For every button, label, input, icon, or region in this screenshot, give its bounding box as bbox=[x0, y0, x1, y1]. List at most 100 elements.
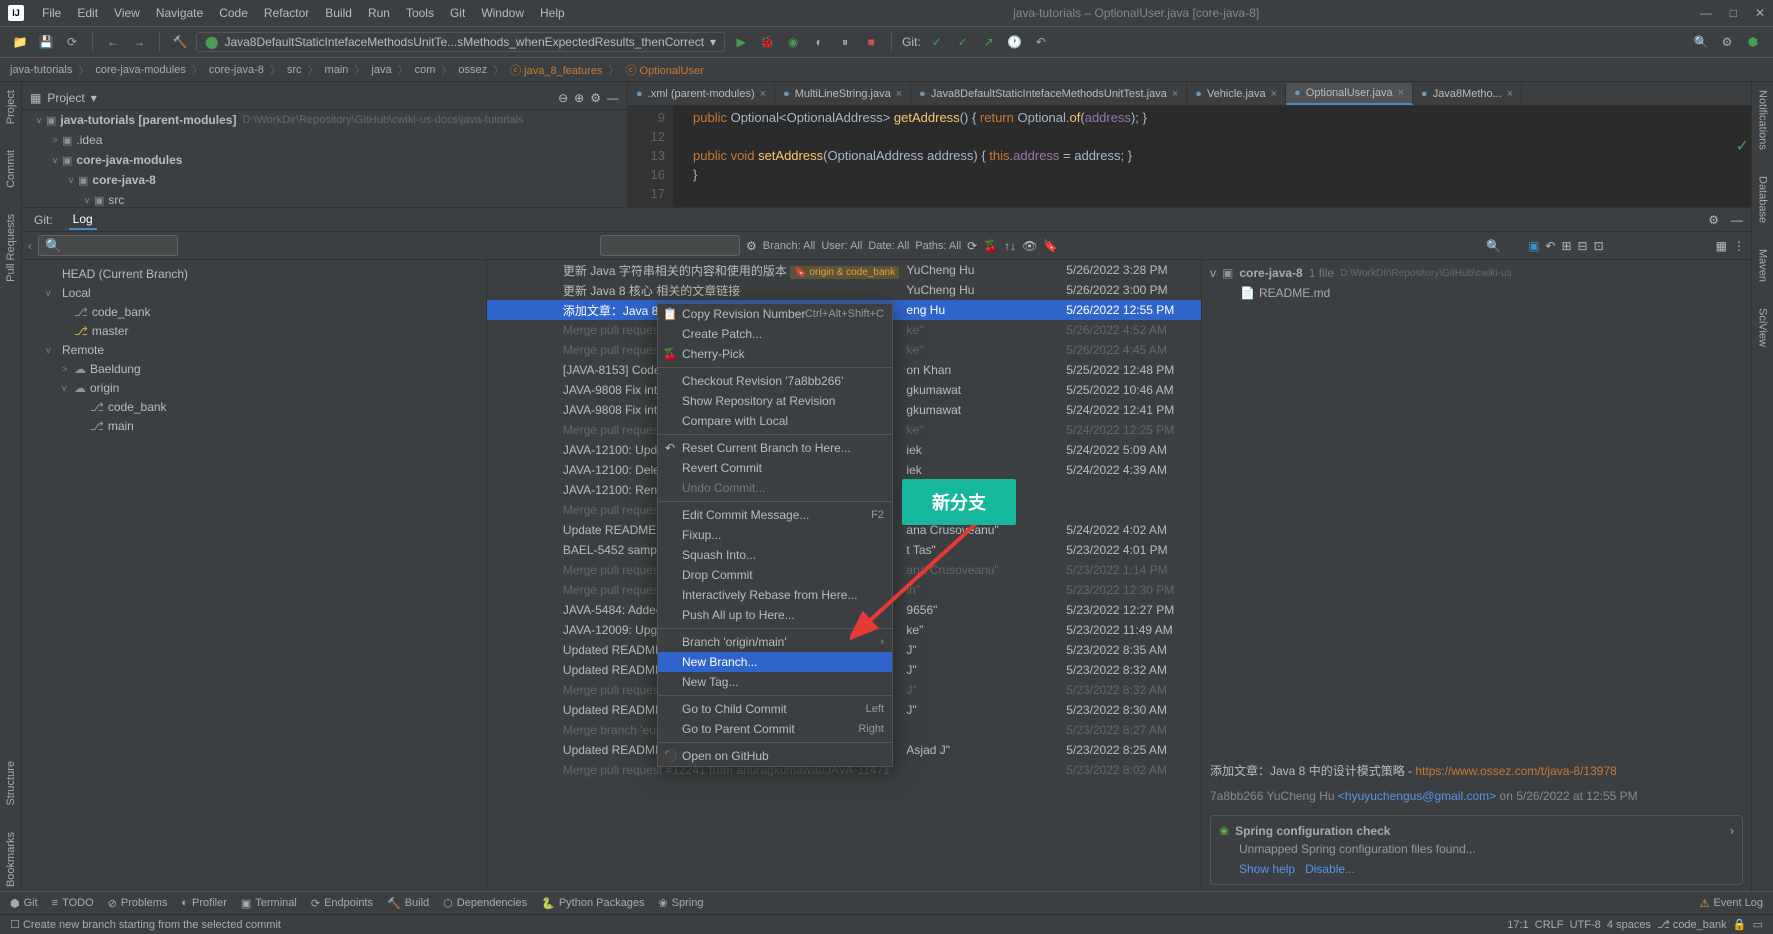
ctx-new-tag-[interactable]: New Tag... bbox=[658, 672, 892, 692]
back-icon[interactable]: ← bbox=[103, 32, 123, 52]
branch-node[interactable]: ⎇master bbox=[22, 321, 486, 340]
maximize-icon[interactable]: □ bbox=[1730, 6, 1737, 20]
tool-tab-notifications[interactable]: Notifications bbox=[1757, 86, 1769, 154]
branch-node[interactable]: >☁Baeldung bbox=[22, 359, 486, 378]
ctx-revert-commit[interactable]: Revert Commit bbox=[658, 458, 892, 478]
editor-tab[interactable]: ●.xml (parent-modules)× bbox=[628, 83, 775, 105]
menu-refactor[interactable]: Refactor bbox=[256, 2, 317, 24]
log-search-input[interactable] bbox=[38, 235, 178, 256]
settings-icon[interactable]: ⚙ bbox=[590, 91, 601, 105]
hide-icon[interactable]: — bbox=[607, 91, 619, 105]
code-editor[interactable]: 912131617 public Optional<OptionalAddres… bbox=[628, 106, 1751, 207]
ctx-cherry-pick[interactable]: 🍒Cherry-Pick bbox=[658, 344, 892, 364]
tool-tab-database[interactable]: Database bbox=[1757, 172, 1769, 227]
commit-row[interactable]: 更新 Java 字符串相关的内容和使用的版本 🔖 origin & code_b… bbox=[487, 260, 1201, 280]
bottom-tab-endpoints[interactable]: ⟳Endpoints bbox=[311, 897, 373, 910]
git-rollback-icon[interactable]: ↶ bbox=[1031, 32, 1051, 52]
save-icon[interactable]: 💾 bbox=[36, 32, 56, 52]
minimize-icon[interactable]: — bbox=[1700, 6, 1712, 20]
gear-icon[interactable]: ⚙ bbox=[1708, 213, 1719, 227]
git-update-icon[interactable]: ✓ bbox=[927, 32, 947, 52]
menu-tools[interactable]: Tools bbox=[398, 2, 442, 24]
run-icon[interactable]: ▶ bbox=[731, 32, 751, 52]
group-icon[interactable]: ⊞ bbox=[1561, 239, 1571, 253]
breadcrumb-item[interactable]: java-tutorials bbox=[10, 64, 72, 76]
tool-tab-pull-requests[interactable]: Pull Requests bbox=[5, 210, 17, 286]
breadcrumb-item[interactable]: core-java-8 bbox=[209, 64, 264, 76]
tool-tab-commit[interactable]: Commit bbox=[5, 146, 17, 192]
bottom-tab-profiler[interactable]: ◐Profiler bbox=[181, 897, 227, 909]
branch-node[interactable]: vLocal bbox=[22, 283, 486, 302]
forward-icon[interactable]: → bbox=[129, 32, 149, 52]
ctx-open-on-github[interactable]: ⚫Open on GitHub bbox=[658, 746, 892, 766]
ctx-copy-revision-number[interactable]: 📋Copy Revision NumberCtrl+Alt+Shift+C bbox=[658, 304, 892, 324]
filter-date[interactable]: Date: All bbox=[868, 240, 909, 252]
branch-node[interactable]: ⎇code_bank bbox=[22, 397, 486, 416]
chevron-icon[interactable]: › bbox=[1730, 824, 1734, 838]
changed-file[interactable]: 📄README.md bbox=[1210, 286, 1743, 300]
tree-node[interactable]: v▣core-java-8 bbox=[22, 170, 627, 190]
git-history-icon[interactable]: 🕐 bbox=[1005, 32, 1025, 52]
regex-icon[interactable]: ⚙ bbox=[746, 239, 757, 253]
hide-icon[interactable]: — bbox=[1731, 213, 1743, 227]
ctx-squash-into-[interactable]: Squash Into... bbox=[658, 545, 892, 565]
more-icon[interactable]: ⋮ bbox=[1733, 239, 1745, 253]
ctx-drop-commit[interactable]: Drop Commit bbox=[658, 565, 892, 585]
ctx-compare-with-local[interactable]: Compare with Local bbox=[658, 411, 892, 431]
bottom-tab-spring[interactable]: ❀Spring bbox=[658, 897, 703, 910]
bottom-tab-git[interactable]: ⬢Git bbox=[10, 897, 38, 910]
bottom-tab-dependencies[interactable]: ⬡Dependencies bbox=[443, 897, 527, 910]
collapse-icon[interactable]: ⊖ bbox=[558, 91, 568, 105]
back-icon[interactable]: ‹ bbox=[28, 239, 32, 253]
breadcrumb-item[interactable]: core-java-modules bbox=[95, 64, 185, 76]
bottom-tab-python packages[interactable]: 🐍Python Packages bbox=[541, 897, 644, 910]
expand-icon[interactable]: ⊕ bbox=[574, 91, 584, 105]
ctx-checkout-revision-a-bb-[interactable]: Checkout Revision '7a8bb266' bbox=[658, 371, 892, 391]
ctx-new-branch-[interactable]: New Branch... bbox=[658, 652, 892, 672]
breadcrumb-item[interactable]: ossez bbox=[458, 64, 487, 76]
project-root[interactable]: v▣ java-tutorials [parent-modules] D:\Wo… bbox=[22, 110, 627, 130]
ctx-go-to-parent-commit[interactable]: Go to Parent CommitRight bbox=[658, 719, 892, 739]
branch-node[interactable]: ⎇code_bank bbox=[22, 302, 486, 321]
editor-tab[interactable]: ●Java8DefaultStaticIntefaceMethodsUnitTe… bbox=[911, 83, 1187, 105]
coverage-icon[interactable]: ◉ bbox=[783, 32, 803, 52]
tree-node[interactable]: v▣core-java-modules bbox=[22, 150, 627, 170]
git-push-icon[interactable]: ↗ bbox=[979, 32, 999, 52]
search-icon[interactable]: 🔍 bbox=[1691, 32, 1711, 52]
open-icon[interactable]: 📁 bbox=[10, 32, 30, 52]
tool-tab-sciview[interactable]: SciView bbox=[1757, 304, 1769, 351]
filter-branch[interactable]: Branch: All bbox=[763, 240, 816, 252]
breadcrumb-item[interactable]: src bbox=[287, 64, 302, 76]
ctx-reset-current-branch-to-here-[interactable]: ↶Reset Current Branch to Here... bbox=[658, 438, 892, 458]
indent[interactable]: 4 spaces bbox=[1607, 919, 1651, 931]
menu-git[interactable]: Git bbox=[442, 2, 473, 24]
sync-icon[interactable]: ⟳ bbox=[62, 32, 82, 52]
ctx-fixup-[interactable]: Fixup... bbox=[658, 525, 892, 545]
git-tab-git[interactable]: Git: bbox=[30, 211, 57, 229]
mem-icon[interactable]: ▭ bbox=[1753, 918, 1763, 931]
breadcrumb-item[interactable]: com bbox=[415, 64, 436, 76]
tool-tab-bookmarks[interactable]: Bookmarks bbox=[5, 828, 17, 891]
eye-icon[interactable]: 👁 bbox=[1022, 239, 1037, 253]
tool-tab-project[interactable]: Project bbox=[5, 86, 17, 128]
ctx-push-all-up-to-here-[interactable]: Push All up to Here... bbox=[658, 605, 892, 625]
bottom-tab-problems[interactable]: ⊘Problems bbox=[108, 897, 168, 910]
menu-code[interactable]: Code bbox=[211, 2, 256, 24]
refresh-icon[interactable]: ⟳ bbox=[967, 239, 977, 253]
expand-icon[interactable]: ⊟ bbox=[1578, 239, 1588, 253]
breadcrumb-item[interactable]: main bbox=[325, 64, 349, 76]
cherry-icon[interactable]: 🍒 bbox=[983, 239, 998, 253]
branch-node[interactable]: vRemote bbox=[22, 340, 486, 359]
commit-row[interactable]: 更新 Java 8 核心 相关的文章链接YuCheng Hu5/26/2022 … bbox=[487, 280, 1201, 300]
build-icon[interactable]: 🔨 bbox=[170, 32, 190, 52]
branch-node[interactable]: HEAD (Current Branch) bbox=[22, 264, 486, 283]
git-tab-log[interactable]: Log bbox=[69, 210, 97, 230]
debug-icon[interactable]: 🐞 bbox=[757, 32, 777, 52]
lock-icon[interactable]: 🔒 bbox=[1733, 918, 1747, 931]
bookmark-icon[interactable]: 🔖 bbox=[1043, 239, 1058, 253]
caret-position[interactable]: 17:1 bbox=[1507, 919, 1528, 931]
tree-node[interactable]: >▣.idea bbox=[22, 130, 627, 150]
commit-search[interactable] bbox=[600, 235, 740, 256]
revert-icon[interactable]: ↶ bbox=[1545, 239, 1555, 253]
ctx-show-repository-at-revision[interactable]: Show Repository at Revision bbox=[658, 391, 892, 411]
